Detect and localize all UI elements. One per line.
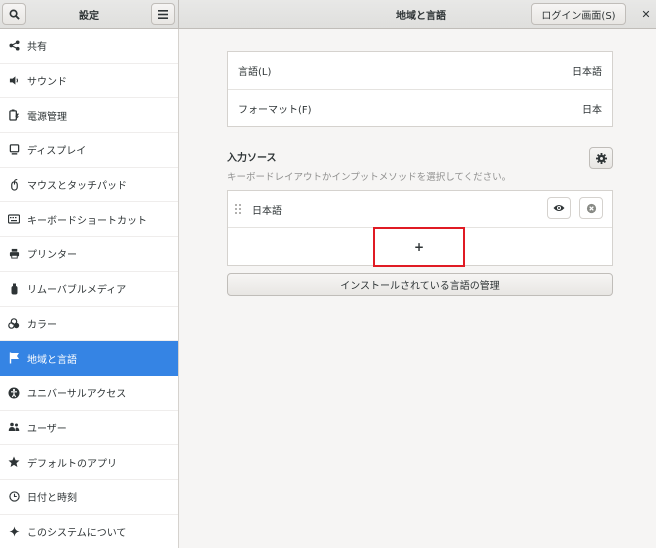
sidebar-item-label: リムーバブルメディア	[27, 285, 127, 297]
sidebar-item-display[interactable]: ディスプレイ	[0, 133, 178, 168]
sidebar-item-mouse[interactable]: マウスとタッチパッド	[0, 168, 178, 203]
sidebar-item-label: 日付と時刻	[27, 493, 77, 505]
sidebar-item-label: このシステムについて	[27, 527, 127, 539]
language-row[interactable]: 言語(L) 日本語	[228, 52, 612, 89]
format-row[interactable]: フォーマット(F) 日本	[228, 89, 612, 126]
sidebar: 共有 サウンド 電源管理 ディスプレイ マウスとタッチパッド キーボードショート…	[0, 29, 179, 548]
speaker-icon	[9, 76, 18, 85]
printer-icon	[9, 249, 19, 260]
sidebar-item-label: デフォルトのアプリ	[27, 458, 117, 470]
manage-installed-languages-button[interactable]: インストールされている言語の管理	[227, 273, 613, 296]
sidebar-item-printers[interactable]: プリンター	[0, 237, 178, 272]
format-label: フォーマット(F)	[238, 104, 312, 116]
color-icon	[8, 318, 20, 329]
sidebar-item-date-time[interactable]: 日付と時刻	[0, 480, 178, 515]
menu-button[interactable]	[151, 3, 175, 25]
star-icon	[8, 456, 20, 468]
main-panel: 言語(L) 日本語 フォーマット(F) 日本 入力ソース キーボードレイアウトか…	[179, 29, 656, 548]
sidebar-item-sound[interactable]: サウンド	[0, 64, 178, 99]
sidebar-item-keyboard-shortcuts[interactable]: キーボードショートカット	[0, 202, 178, 238]
remove-icon	[586, 203, 596, 213]
language-format-card: 言語(L) 日本語 フォーマット(F) 日本	[227, 51, 613, 127]
sidebar-header: 設定	[0, 0, 179, 28]
login-screen-button[interactable]: ログイン画面(S)	[531, 3, 626, 25]
search-icon	[9, 9, 20, 20]
search-button[interactable]	[2, 3, 26, 25]
format-value: 日本	[582, 104, 602, 116]
sidebar-item-label: ディスプレイ	[27, 146, 87, 158]
sidebar-item-about[interactable]: このシステムについて	[0, 515, 178, 548]
sidebar-item-label: 電源管理	[27, 111, 67, 123]
mouse-icon	[10, 178, 18, 191]
sidebar-item-removable-media[interactable]: リムーバブルメディア	[0, 272, 178, 307]
drag-handle-icon[interactable]	[234, 203, 242, 215]
media-icon	[11, 283, 17, 295]
sidebar-item-label: ユニバーサルアクセス	[27, 389, 127, 401]
sidebar-item-sharing[interactable]: 共有	[0, 29, 178, 64]
input-source-label: 日本語	[252, 205, 282, 217]
language-value: 日本語	[572, 67, 602, 78]
sidebar-item-label: 共有	[27, 42, 47, 54]
input-source-item[interactable]: 日本語	[228, 191, 612, 228]
sidebar-title: 設定	[79, 10, 99, 22]
close-icon: ✕	[641, 7, 651, 21]
share-icon	[8, 40, 20, 51]
sidebar-item-users[interactable]: ユーザー	[0, 411, 178, 446]
sidebar-item-label: ユーザー	[27, 423, 67, 435]
input-sources-card: 日本語 +	[227, 190, 613, 267]
gear-icon	[595, 152, 607, 164]
preview-layout-button[interactable]	[547, 197, 571, 219]
sidebar-item-default-apps[interactable]: デフォルトのアプリ	[0, 445, 178, 480]
hamburger-icon	[158, 9, 168, 19]
eye-icon	[553, 205, 565, 211]
remove-input-source-button[interactable]	[579, 197, 603, 219]
sidebar-item-region-language[interactable]: 地域と言語	[0, 341, 178, 376]
sidebar-item-label: 地域と言語	[27, 354, 77, 366]
users-icon	[8, 423, 20, 432]
add-input-source-button[interactable]: +	[373, 227, 465, 267]
sidebar-item-label: サウンド	[27, 77, 67, 89]
sidebar-item-label: プリンター	[27, 250, 77, 262]
sidebar-item-universal-access[interactable]: ユニバーサルアクセス	[0, 376, 178, 411]
add-input-source-row: +	[228, 227, 612, 267]
clock-icon	[8, 491, 20, 502]
input-sources-options-button[interactable]	[589, 147, 613, 169]
sidebar-item-power[interactable]: 電源管理	[0, 98, 178, 134]
sidebar-item-label: カラー	[27, 319, 57, 331]
close-button[interactable]: ✕	[636, 4, 656, 24]
sidebar-item-color[interactable]: カラー	[0, 307, 178, 342]
display-icon	[9, 144, 19, 155]
sidebar-item-label: マウスとタッチパッド	[27, 181, 127, 193]
header-bar: 設定 地域と言語 ログイン画面(S) ✕	[0, 0, 656, 29]
language-label: 言語(L)	[238, 67, 272, 78]
flag-icon	[9, 352, 19, 364]
battery-icon	[8, 109, 19, 121]
sparkle-icon	[8, 526, 20, 537]
input-sources-title: 入力ソース	[227, 153, 277, 164]
keyboard-icon	[8, 214, 20, 224]
input-sources-subtitle: キーボードレイアウトかインプットメソッドを選択してください。	[227, 172, 512, 183]
sidebar-item-label: キーボードショートカット	[27, 215, 147, 227]
accessibility-icon	[8, 387, 20, 399]
